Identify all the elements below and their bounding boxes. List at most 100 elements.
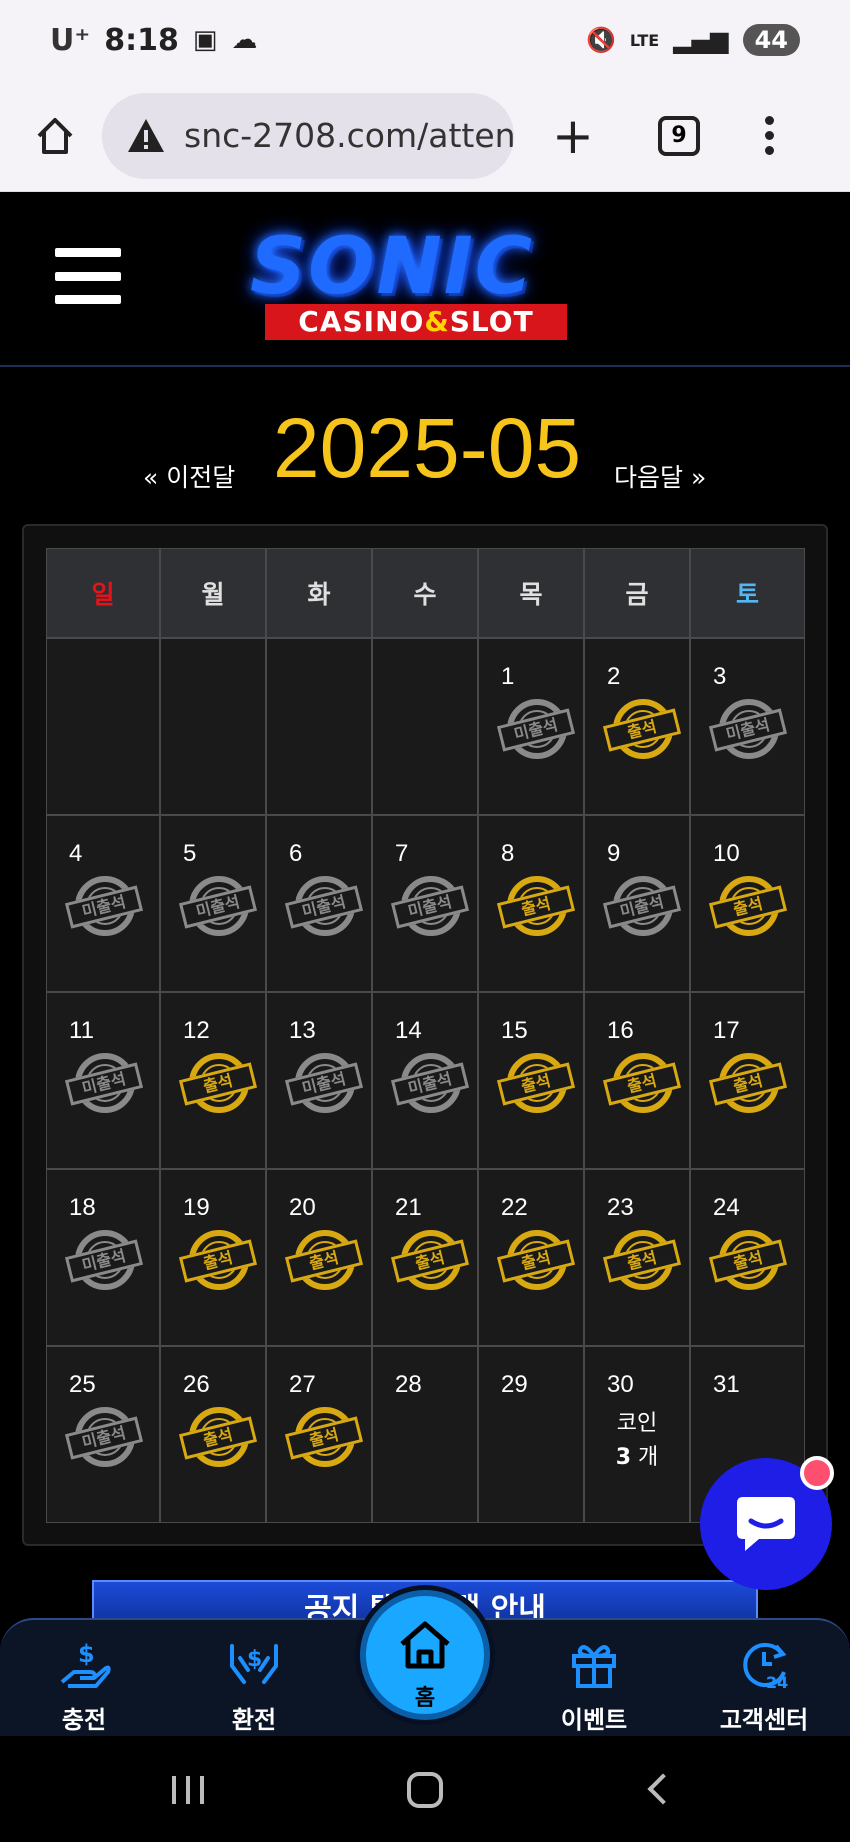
calendar-day-27[interactable]: 27 출석 [266, 1346, 372, 1523]
next-month-link[interactable]: 다음달 » [614, 458, 706, 494]
calendar-day-30[interactable]: 30 코인 3 개 [584, 1346, 690, 1523]
calendar-week-row: 11 미출석 12 출석 13 미출석 14 미출석 15 출석 16 출석 17 출석 [46, 992, 805, 1169]
site-header: SONIC CASINO&SLOT [0, 192, 850, 367]
day-number: 24 [713, 1194, 740, 1221]
day-number: 30 [607, 1371, 634, 1398]
absent-stamp-icon: 미출석 [708, 697, 788, 763]
browser-home-icon[interactable] [30, 111, 80, 161]
address-bar[interactable]: snc-2708.com/attend [102, 92, 514, 179]
deposit-icon: $ [60, 1640, 111, 1688]
screenshot-icon: ▣ [192, 25, 218, 55]
calendar-day-26[interactable]: 26 출석 [160, 1346, 266, 1523]
calendar-week-row: 4 미출석 5 미출석 6 미출석 7 미출석 8 출석 9 미출석 10 출석 [46, 815, 805, 992]
absent-stamp-icon: 미출석 [64, 874, 144, 940]
day-number: 15 [501, 1017, 528, 1044]
nav-home-button[interactable]: 홈 [360, 1590, 490, 1720]
day-number: 10 [713, 840, 740, 867]
calendar-day-4[interactable]: 4 미출석 [46, 815, 160, 992]
calendar-day-1[interactable]: 1 미출석 [478, 638, 584, 815]
day-number: 16 [607, 1017, 634, 1044]
nav-event[interactable]: 이벤트 [534, 1620, 654, 1738]
calendar-day-12[interactable]: 12 출석 [160, 992, 266, 1169]
day-number: 27 [289, 1371, 316, 1398]
nav-deposit[interactable]: $ 충전 [24, 1620, 144, 1738]
calendar-day-9[interactable]: 9 미출석 [584, 815, 690, 992]
recent-apps-button[interactable] [172, 1776, 204, 1804]
attended-stamp-icon: 출석 [178, 1228, 258, 1294]
calendar-day-22[interactable]: 22 출석 [478, 1169, 584, 1346]
calendar-empty-cell [266, 638, 372, 815]
calendar-day-16[interactable]: 16 출석 [584, 992, 690, 1169]
day-number: 6 [289, 840, 303, 867]
nav-support[interactable]: 24 고객센터 [704, 1620, 824, 1738]
calendar-day-29[interactable]: 29 [478, 1346, 584, 1523]
day-number: 12 [183, 1017, 210, 1044]
day-number: 29 [501, 1371, 528, 1398]
day-number: 20 [289, 1194, 316, 1221]
cloud-icon: ☁ [231, 25, 258, 55]
attended-stamp-icon: 출석 [390, 1228, 470, 1294]
svg-text:$: $ [247, 1647, 262, 1672]
svg-text:$: $ [78, 1640, 95, 1668]
day-number: 13 [289, 1017, 316, 1044]
weekday-tue: 화 [266, 548, 372, 638]
calendar-day-14[interactable]: 14 미출석 [372, 992, 478, 1169]
calendar-day-3[interactable]: 3 미출석 [690, 638, 805, 815]
weekday-sat: 토 [690, 548, 805, 638]
prev-month-link[interactable]: « 이전달 [143, 458, 235, 494]
calendar-day-18[interactable]: 18 미출석 [46, 1169, 160, 1346]
calendar-day-6[interactable]: 6 미출석 [266, 815, 372, 992]
day-number: 22 [501, 1194, 528, 1221]
attended-stamp-icon: 출석 [178, 1051, 258, 1117]
calendar-day-5[interactable]: 5 미출석 [160, 815, 266, 992]
calendar-day-8[interactable]: 8 출석 [478, 815, 584, 992]
calendar-day-20[interactable]: 20 출석 [266, 1169, 372, 1346]
nav-event-label: 이벤트 [560, 1706, 628, 1734]
calendar-day-7[interactable]: 7 미출석 [372, 815, 478, 992]
site-logo[interactable]: SONIC CASINO&SLOT [240, 222, 600, 347]
new-tab-button[interactable]: + [550, 111, 596, 161]
clock: 8:18 [104, 22, 179, 58]
svg-text:24: 24 [766, 1673, 788, 1692]
logo-wordmark: SONIC [250, 222, 535, 312]
network-type: LTE [629, 30, 660, 50]
attended-stamp-icon: 출석 [708, 1228, 788, 1294]
calendar-day-24[interactable]: 24 출석 [690, 1169, 805, 1346]
absent-stamp-icon: 미출석 [284, 874, 364, 940]
weekday-mon: 월 [160, 548, 266, 638]
calendar-day-2[interactable]: 2 출석 [584, 638, 690, 815]
calendar-day-10[interactable]: 10 출석 [690, 815, 805, 992]
day-number: 2 [607, 663, 621, 690]
day-number: 31 [713, 1371, 740, 1398]
back-button[interactable] [647, 1773, 679, 1805]
day-number: 5 [183, 840, 197, 867]
absent-stamp-icon: 미출석 [64, 1405, 144, 1471]
calendar-day-23[interactable]: 23 출석 [584, 1169, 690, 1346]
status-bar: U⁺ 8:18 ▣ ☁ 🔇 LTE ▂▄▆ 44 [0, 0, 850, 80]
calendar-day-21[interactable]: 21 출석 [372, 1169, 478, 1346]
calendar-day-28[interactable]: 28 [372, 1346, 478, 1523]
coin-reward-label: 코인 [616, 1411, 658, 1436]
attended-stamp-icon: 출석 [496, 1228, 576, 1294]
more-menu-icon[interactable] [762, 116, 776, 155]
menu-icon[interactable] [55, 248, 121, 304]
nav-support-label: 고객센터 [719, 1706, 809, 1734]
calendar-day-13[interactable]: 13 미출석 [266, 992, 372, 1169]
attended-stamp-icon: 출석 [602, 697, 682, 763]
day-number: 18 [69, 1194, 96, 1221]
nav-withdraw[interactable]: $ 환전 [194, 1620, 314, 1738]
attended-stamp-icon: 출석 [496, 1051, 576, 1117]
system-home-button[interactable] [407, 1772, 443, 1808]
system-navigation-bar [0, 1736, 850, 1842]
calendar-day-19[interactable]: 19 출석 [160, 1169, 266, 1346]
month-title: 2025-05 [272, 401, 582, 495]
attended-stamp-icon: 출석 [496, 874, 576, 940]
day-number: 8 [501, 840, 515, 867]
carrier-label: U⁺ [50, 22, 91, 58]
tab-switcher-button[interactable]: 9 [658, 115, 700, 156]
calendar-day-15[interactable]: 15 출석 [478, 992, 584, 1169]
battery-indicator: 44 [742, 24, 800, 56]
calendar-day-17[interactable]: 17 출석 [690, 992, 805, 1169]
calendar-day-11[interactable]: 11 미출석 [46, 992, 160, 1169]
calendar-day-25[interactable]: 25 미출석 [46, 1346, 160, 1523]
